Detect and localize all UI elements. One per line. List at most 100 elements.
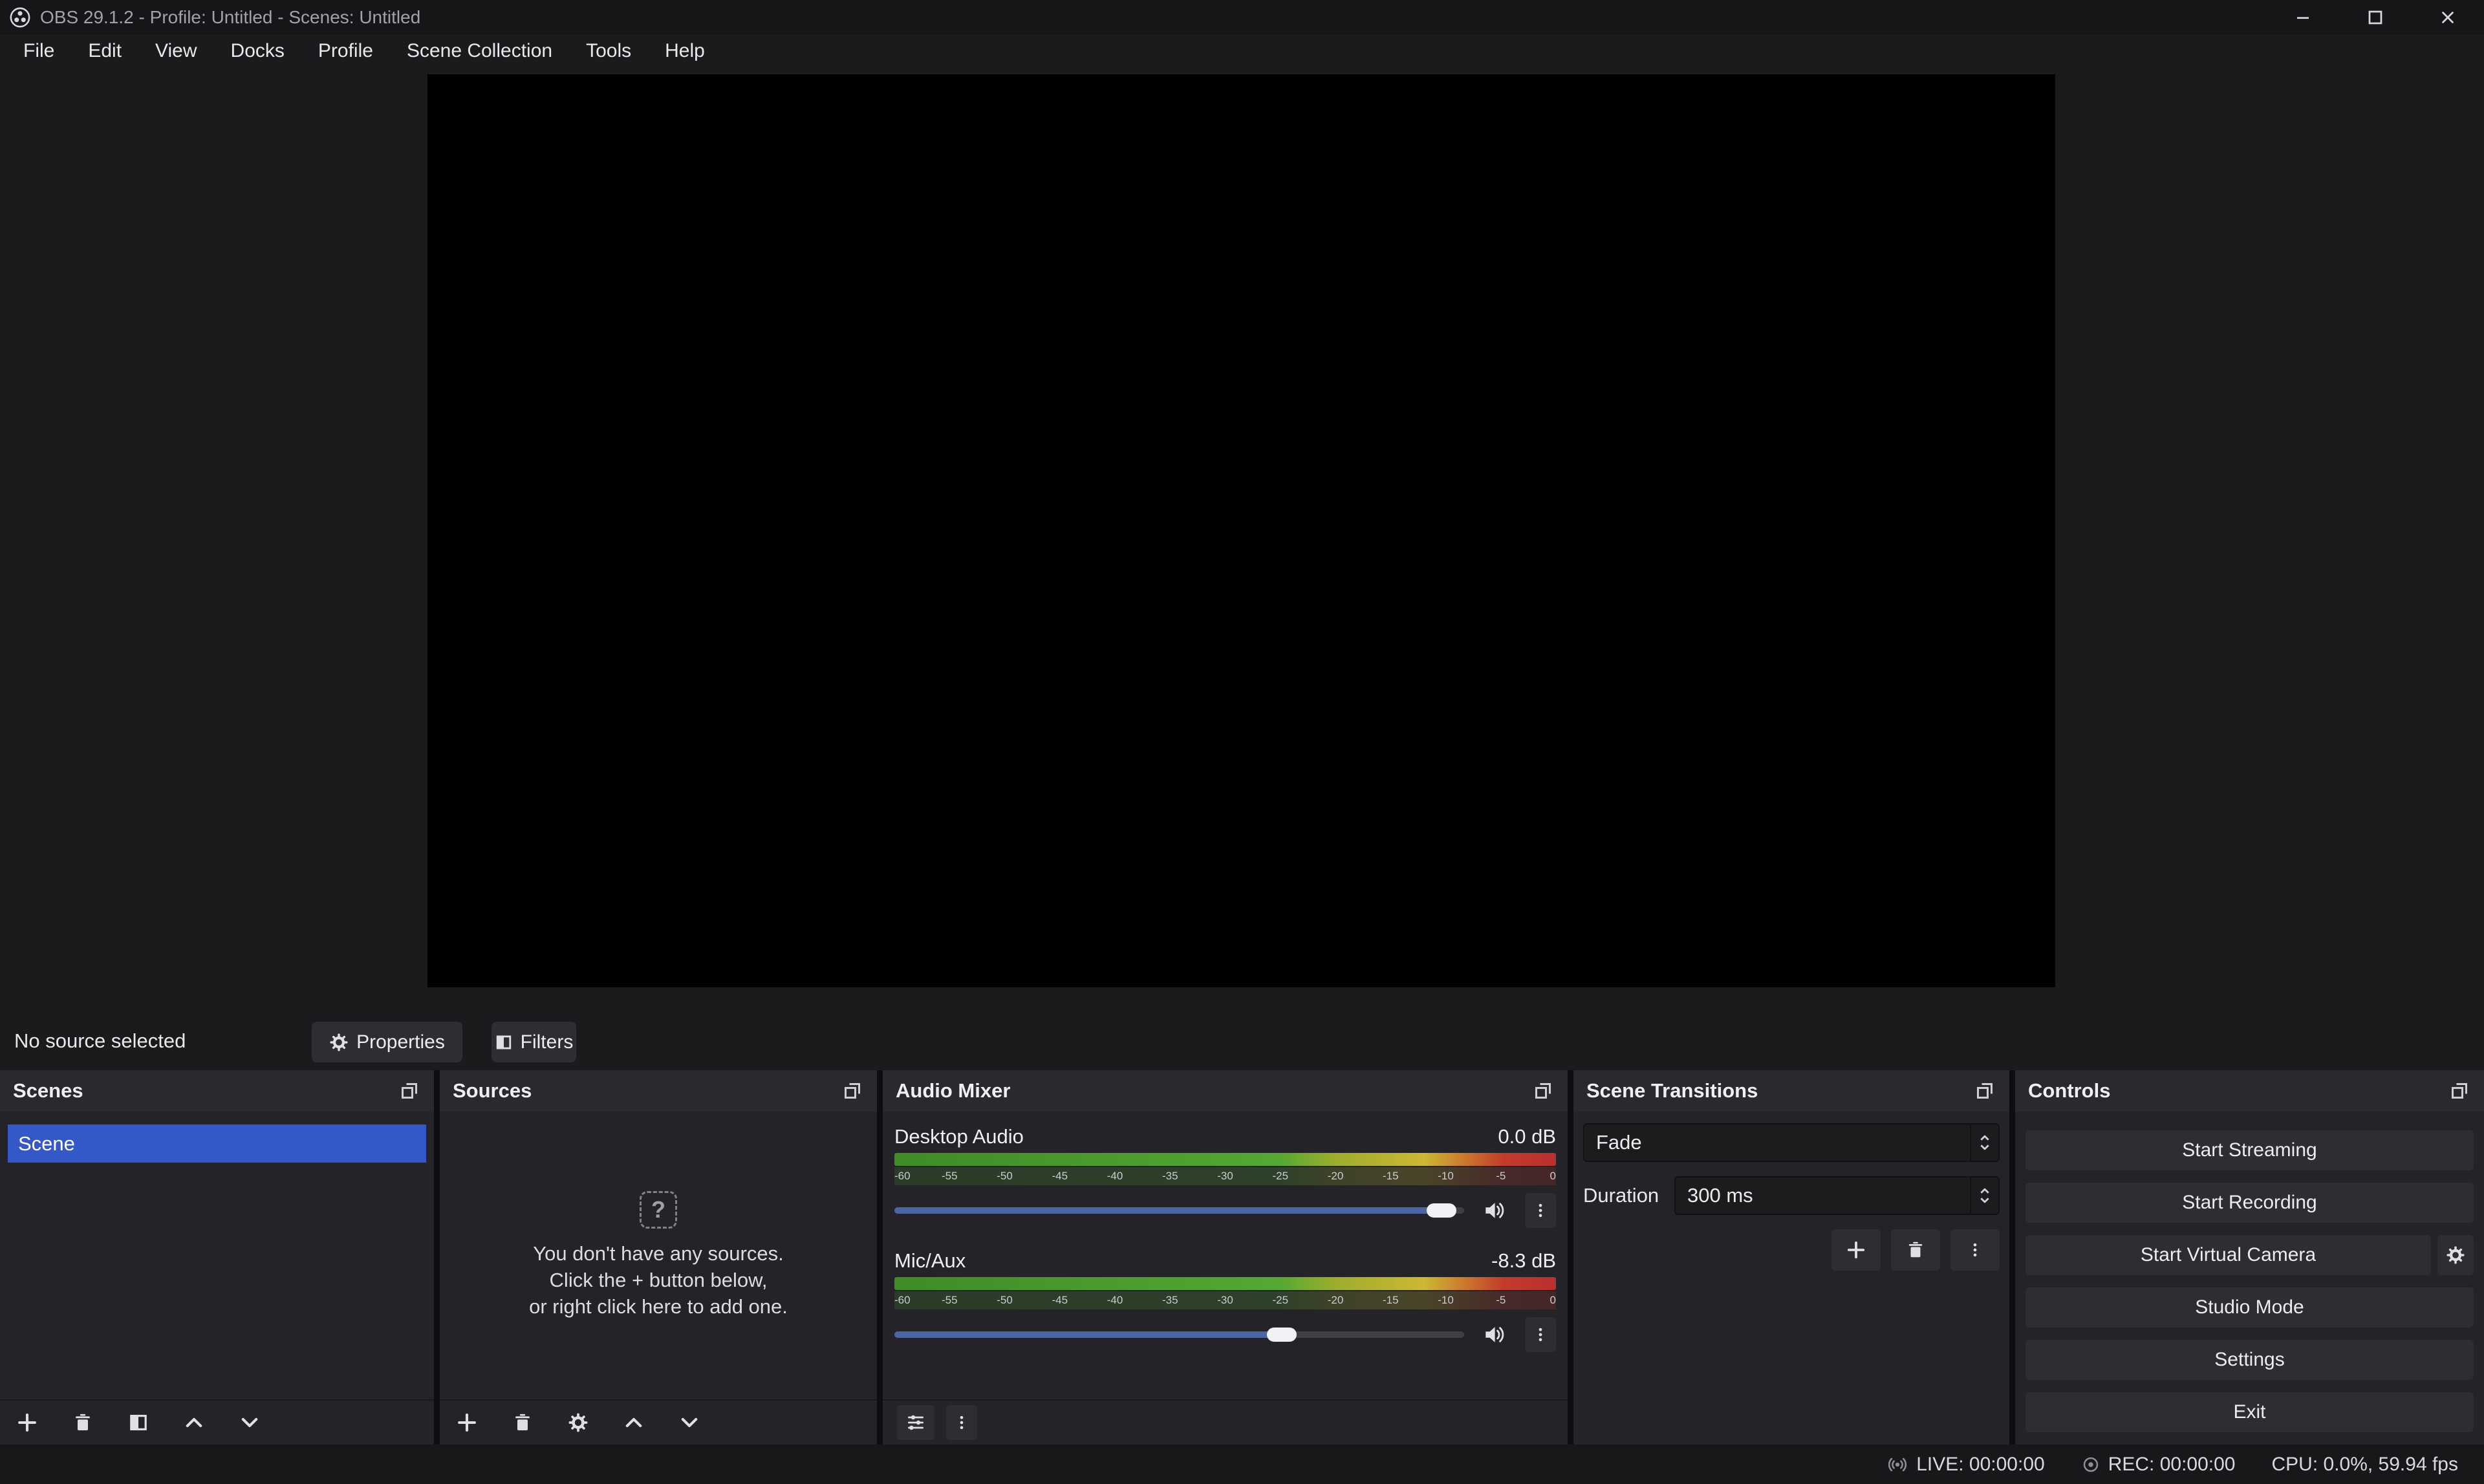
no-source-selected-label: No source selected [14,1029,186,1053]
scene-move-down-button[interactable] [237,1410,263,1436]
remove-scene-button[interactable] [70,1410,96,1436]
scene-filters-button[interactable] [125,1410,151,1436]
menu-help[interactable]: Help [648,36,722,66]
audio-mixer-dock-header: Audio Mixer [883,1070,1568,1112]
menu-scene-collection[interactable]: Scene Collection [390,36,569,66]
channel-options-button[interactable] [1525,1193,1556,1228]
start-virtual-camera-button[interactable]: Start Virtual Camera [2025,1235,2431,1275]
menu-file[interactable]: File [6,36,71,66]
transition-select[interactable]: Fade [1583,1123,2000,1162]
transition-options-button[interactable] [1950,1229,2000,1271]
mixer-options-button[interactable] [946,1405,977,1440]
audio-mixer-toolbar [883,1399,1568,1445]
scenes-dock-title: Scenes [13,1079,83,1102]
mute-toggle-button[interactable] [1480,1196,1508,1225]
add-scene-button[interactable] [14,1410,40,1436]
menu-tools[interactable]: Tools [569,36,648,66]
volume-meter [894,1277,1556,1290]
slider-handle[interactable] [1427,1203,1456,1218]
rec-time-label: REC: 00:00:00 [2108,1454,2236,1476]
remove-transition-button[interactable] [1891,1229,1940,1271]
volume-meter [894,1153,1556,1166]
scene-list-item[interactable]: Scene [8,1124,426,1163]
volume-slider[interactable] [894,1207,1464,1214]
plus-icon [456,1412,478,1434]
docks-region: Scenes Scene [0,1070,2484,1445]
menu-view[interactable]: View [138,36,213,66]
add-source-button[interactable] [454,1410,480,1436]
cpu-fps-label: CPU: 0.0%, 59.94 fps [2272,1454,2459,1476]
audio-mixer-popout-button[interactable] [1529,1077,1557,1105]
trash-icon [512,1412,533,1433]
minimize-button[interactable] [2267,0,2339,35]
advanced-audio-icon [905,1412,926,1433]
filters-button[interactable]: Filters [491,1022,576,1062]
duration-spin-arrows[interactable] [1970,1178,1998,1214]
channel-level-db: 0.0 dB [1498,1125,1556,1148]
sources-dock-header: Sources [440,1070,877,1112]
popout-icon [1533,1081,1553,1101]
virtual-camera-settings-button[interactable] [2437,1235,2474,1275]
source-context-toolbar: No source selected Properties Filters [0,1014,2484,1070]
source-move-down-button[interactable] [676,1410,702,1436]
sources-empty-state: ? You don't have any sources. Click the … [440,1112,877,1399]
spinner-arrows-icon [1977,1132,1993,1154]
start-streaming-button[interactable]: Start Streaming [2025,1130,2474,1170]
scene-move-up-button[interactable] [181,1410,207,1436]
audio-mixer-dock: Audio Mixer Desktop Audio 0.0 dB -60-55-… [883,1070,1568,1445]
preview-canvas[interactable] [427,74,2055,987]
channel-options-button[interactable] [1525,1317,1556,1352]
mixer-channel-mic-aux: Mic/Aux -8.3 dB -60-55-50-45-40-35-30-25… [894,1249,1556,1352]
scenes-popout-button[interactable] [395,1077,424,1105]
menu-edit[interactable]: Edit [71,36,138,66]
properties-button[interactable]: Properties [312,1022,462,1062]
exit-button[interactable]: Exit [2025,1392,2474,1432]
empty-state-line: Click the + button below, [550,1267,768,1293]
speaker-icon [1482,1322,1506,1347]
scene-transitions-dock-title: Scene Transitions [1586,1079,1758,1102]
channel-name: Mic/Aux [894,1249,966,1273]
advanced-audio-properties-button[interactable] [897,1405,934,1440]
studio-mode-button[interactable]: Studio Mode [2025,1287,2474,1328]
scenes-dock: Scenes Scene [0,1070,434,1445]
sources-list: ? You don't have any sources. Click the … [440,1112,877,1399]
question-mark-icon: ? [640,1191,677,1229]
settings-button[interactable]: Settings [2025,1340,2474,1380]
scene-transitions-popout-button[interactable] [1971,1077,1999,1105]
volume-slider[interactable] [894,1331,1464,1338]
sources-popout-button[interactable] [838,1077,867,1105]
gear-icon [329,1033,349,1052]
live-status: LIVE: 00:00:00 [1886,1454,2045,1476]
minimize-icon [2293,8,2313,27]
popout-icon [2450,1081,2469,1101]
maximize-button[interactable] [2339,0,2412,35]
filters-icon [495,1033,513,1051]
channel-name: Desktop Audio [894,1125,1024,1148]
menu-bar: File Edit View Docks Profile Scene Colle… [0,35,2484,67]
broadcast-icon [1886,1454,1908,1476]
menu-docks[interactable]: Docks [214,36,301,66]
trash-icon [72,1412,93,1433]
status-bar: LIVE: 00:00:00 REC: 00:00:00 CPU: 0.0%, … [0,1445,2484,1484]
transition-select-arrows[interactable] [1970,1124,1998,1161]
slider-fill [894,1207,1442,1214]
remove-source-button[interactable] [510,1410,535,1436]
audio-mixer-dock-title: Audio Mixer [896,1079,1010,1102]
add-transition-button[interactable] [1831,1229,1881,1271]
mute-toggle-button[interactable] [1480,1320,1508,1349]
controls-dock: Controls Start Streaming Start Recording… [2015,1070,2484,1445]
source-properties-button[interactable] [565,1410,591,1436]
close-button[interactable] [2412,0,2484,35]
slider-handle[interactable] [1267,1328,1297,1342]
source-move-up-button[interactable] [621,1410,647,1436]
start-recording-button[interactable]: Start Recording [2025,1183,2474,1223]
duration-spinbox[interactable]: 300 ms [1674,1176,2000,1215]
empty-state-line: or right click here to add one. [529,1293,788,1320]
speaker-icon [1482,1198,1506,1223]
menu-profile[interactable]: Profile [301,36,390,66]
meter-scale: -60-55-50-45-40-35-30-25-20-15-10-50 [894,1167,1556,1185]
controls-popout-button[interactable] [2445,1077,2474,1105]
controls-dock-title: Controls [2028,1079,2110,1102]
scene-transitions-dock: Scene Transitions Fade Duration 300 ms [1573,1070,2009,1445]
channel-level-db: -8.3 dB [1491,1249,1556,1273]
